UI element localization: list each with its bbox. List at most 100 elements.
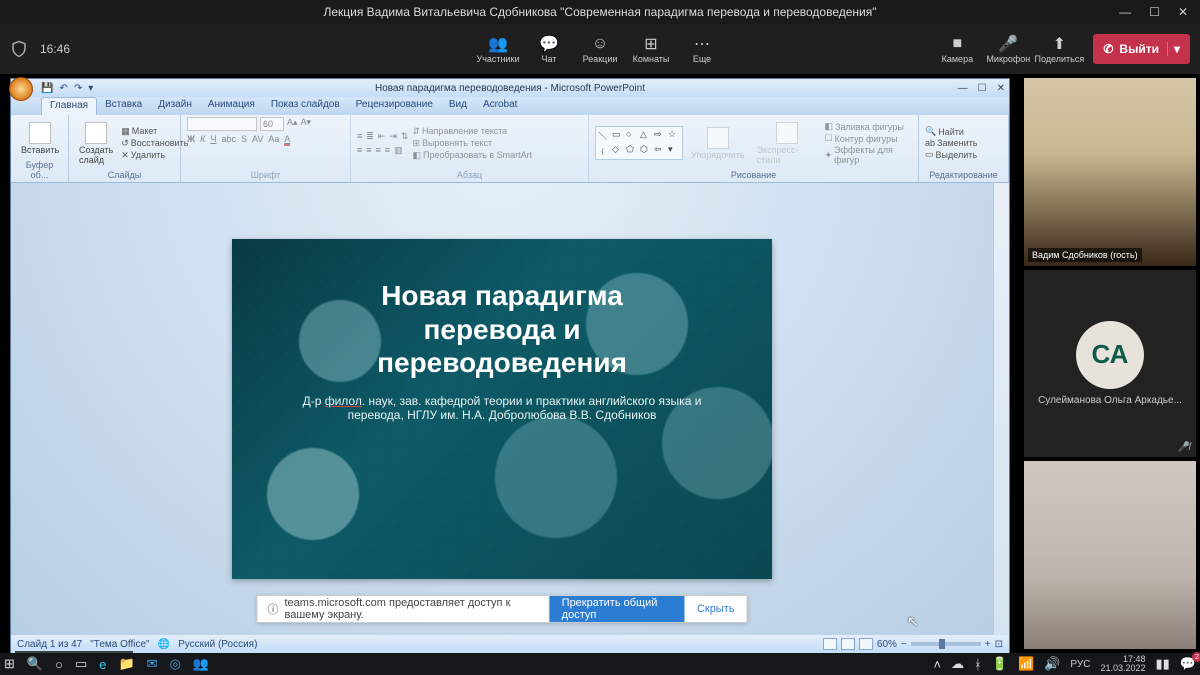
tray-lang[interactable]: РУС bbox=[1070, 659, 1090, 670]
columns-icon[interactable]: ▥ bbox=[394, 145, 403, 156]
chevron-down-icon[interactable]: ▾ bbox=[1167, 42, 1180, 56]
shapes-gallery[interactable]: ＼▭○△⇨☆ ﹛◇⬠⬡⇦▾ bbox=[595, 126, 683, 160]
strike-icon[interactable]: abc bbox=[221, 134, 236, 144]
language-indicator[interactable]: Русский (Россия) bbox=[178, 639, 257, 650]
battery-icon[interactable]: 🔋 bbox=[992, 656, 1008, 672]
tray-up-icon[interactable]: ˄ bbox=[933, 657, 941, 672]
ppt-minimize-icon[interactable]: — bbox=[958, 83, 968, 94]
participant-tile[interactable]: СА Сулейманова Ольга Аркадье... 🎤̸ bbox=[1024, 270, 1196, 458]
ppt-close-icon[interactable]: ✕ bbox=[997, 83, 1005, 94]
indent-inc-icon[interactable]: ⇥ bbox=[389, 131, 397, 142]
align-right-icon[interactable]: ≡ bbox=[376, 145, 381, 156]
bullets-icon[interactable]: ≡ bbox=[357, 131, 362, 142]
layout-button[interactable]: ▦ Макет bbox=[121, 126, 188, 137]
char-spacing-icon[interactable]: AV bbox=[252, 134, 263, 144]
zoom-out-button[interactable]: − bbox=[901, 639, 907, 650]
tab-view[interactable]: Вид bbox=[441, 97, 475, 115]
tab-review[interactable]: Рецензирование bbox=[348, 97, 441, 115]
redo-icon[interactable]: ↷ bbox=[74, 83, 82, 94]
explorer-icon[interactable]: 📁 bbox=[118, 656, 134, 672]
participant-tile[interactable]: Вадим Сдобников (гость) bbox=[1024, 78, 1196, 266]
tab-acrobat[interactable]: Acrobat bbox=[475, 97, 525, 115]
quick-access-toolbar[interactable]: 💾 ↶ ↷ ▾ bbox=[41, 83, 93, 94]
ppt-restore-icon[interactable]: ☐ bbox=[978, 83, 987, 94]
reset-button[interactable]: ↺ Восстановить bbox=[121, 138, 188, 149]
shrink-font-icon[interactable]: A▾ bbox=[301, 117, 312, 131]
quick-styles-button[interactable]: Экспресс-стили bbox=[753, 120, 821, 167]
tab-slideshow[interactable]: Показ слайдов bbox=[263, 97, 348, 115]
shape-fill-button[interactable]: ◧ Заливка фигуры bbox=[825, 121, 912, 132]
text-direction-button[interactable]: ⇵ Направление текста bbox=[412, 126, 532, 137]
shape-effects-button[interactable]: ✦ Эффекты для фигур bbox=[825, 145, 912, 165]
align-left-icon[interactable]: ≡ bbox=[357, 145, 362, 156]
undo-icon[interactable]: ↶ bbox=[59, 83, 67, 94]
smartart-button[interactable]: ◧ Преобразовать в SmartArt bbox=[412, 150, 532, 161]
find-button[interactable]: 🔍 Найти bbox=[925, 126, 977, 137]
tab-insert[interactable]: Вставка bbox=[97, 97, 150, 115]
tab-home[interactable]: Главная bbox=[41, 97, 97, 115]
mic-button[interactable]: 🎤Микрофон bbox=[983, 30, 1033, 68]
rooms-button[interactable]: ⊞Комнаты bbox=[626, 30, 676, 68]
shadow-icon[interactable]: S bbox=[241, 134, 247, 144]
sorter-view-button[interactable] bbox=[841, 638, 855, 650]
maximize-icon[interactable]: ☐ bbox=[1149, 5, 1160, 19]
mail-icon[interactable]: ✉ bbox=[147, 656, 158, 672]
wifi-icon[interactable]: 📶 bbox=[1018, 656, 1034, 672]
more-button[interactable]: ⋯Еще bbox=[677, 30, 727, 68]
font-color-icon[interactable]: A bbox=[284, 134, 290, 144]
volume-icon[interactable]: 🔊 bbox=[1044, 656, 1060, 672]
numbering-icon[interactable]: ≣ bbox=[366, 131, 374, 142]
save-icon[interactable]: 💾 bbox=[41, 83, 53, 94]
app-pinned-icon[interactable]: ▮▮ bbox=[1156, 656, 1170, 672]
notifications-icon[interactable]: 💬 bbox=[1180, 656, 1196, 672]
slide-area[interactable]: Новая парадигма перевода и переводоведен… bbox=[11, 183, 993, 635]
zoom-in-button[interactable]: + bbox=[985, 639, 991, 650]
reactions-button[interactable]: ☺Реакции bbox=[575, 30, 625, 68]
chat-button[interactable]: 💬Чат bbox=[524, 30, 574, 68]
line-spacing-icon[interactable]: ⇅ bbox=[401, 131, 409, 142]
zoom-slider[interactable] bbox=[911, 642, 981, 646]
stop-sharing-button[interactable]: Прекратить общий доступ bbox=[550, 596, 685, 622]
align-center-icon[interactable]: ≡ bbox=[366, 145, 371, 156]
paste-button[interactable]: Вставить bbox=[17, 120, 63, 157]
onedrive-icon[interactable]: ☁ bbox=[951, 656, 964, 672]
search-icon[interactable]: 🔍 bbox=[27, 656, 43, 672]
replace-button[interactable]: ab Заменить bbox=[925, 138, 977, 148]
edge-icon[interactable]: e bbox=[99, 657, 106, 672]
tab-design[interactable]: Дизайн bbox=[150, 97, 200, 115]
participant-tile[interactable] bbox=[1024, 461, 1196, 649]
select-button[interactable]: ▭ Выделить bbox=[925, 149, 977, 160]
start-icon[interactable]: ⊞ bbox=[4, 656, 15, 672]
task-view-icon[interactable]: ▭ bbox=[75, 656, 87, 672]
leave-button[interactable]: ✆ Выйти ▾ bbox=[1093, 34, 1190, 64]
underline-icon[interactable]: Ч bbox=[210, 134, 216, 144]
lang-flag-icon[interactable]: 🌐 bbox=[158, 639, 170, 650]
bluetooth-icon[interactable]: ᚼ bbox=[974, 657, 982, 672]
tab-animation[interactable]: Анимация bbox=[200, 97, 263, 115]
teams-icon[interactable]: 👥 bbox=[193, 656, 209, 672]
justify-icon[interactable]: ≡ bbox=[385, 145, 390, 156]
slideshow-view-button[interactable] bbox=[859, 638, 873, 650]
arrange-button[interactable]: Упорядочить bbox=[687, 125, 749, 162]
app-icon[interactable]: ◎ bbox=[170, 656, 181, 672]
shape-outline-button[interactable]: ☐ Контур фигуры bbox=[825, 133, 912, 144]
font-size-input[interactable]: 60 bbox=[260, 117, 284, 131]
scrollbar-vertical[interactable] bbox=[993, 183, 1009, 635]
delete-button[interactable]: ✕ Удалить bbox=[121, 150, 188, 161]
share-button[interactable]: ⬆Поделиться bbox=[1034, 30, 1084, 68]
indent-dec-icon[interactable]: ⇤ bbox=[378, 131, 386, 142]
office-button[interactable] bbox=[9, 77, 33, 101]
hide-sharebar-button[interactable]: Скрыть bbox=[685, 603, 747, 615]
qat-dropdown-icon[interactable]: ▾ bbox=[88, 83, 93, 94]
italic-icon[interactable]: К bbox=[200, 134, 205, 144]
normal-view-button[interactable] bbox=[823, 638, 837, 650]
font-family-input[interactable] bbox=[187, 117, 257, 131]
new-slide-button[interactable]: Создать слайд bbox=[75, 120, 117, 167]
system-clock[interactable]: 17:4821.03.2022 bbox=[1100, 655, 1145, 673]
participants-button[interactable]: 👥Участники bbox=[473, 30, 523, 68]
minimize-icon[interactable]: — bbox=[1119, 5, 1131, 19]
fit-window-button[interactable]: ⊡ bbox=[995, 639, 1003, 650]
camera-button[interactable]: ■Камера bbox=[932, 30, 982, 68]
grow-font-icon[interactable]: A▴ bbox=[287, 117, 298, 131]
align-text-button[interactable]: ⊞ Выровнять текст bbox=[412, 138, 532, 149]
